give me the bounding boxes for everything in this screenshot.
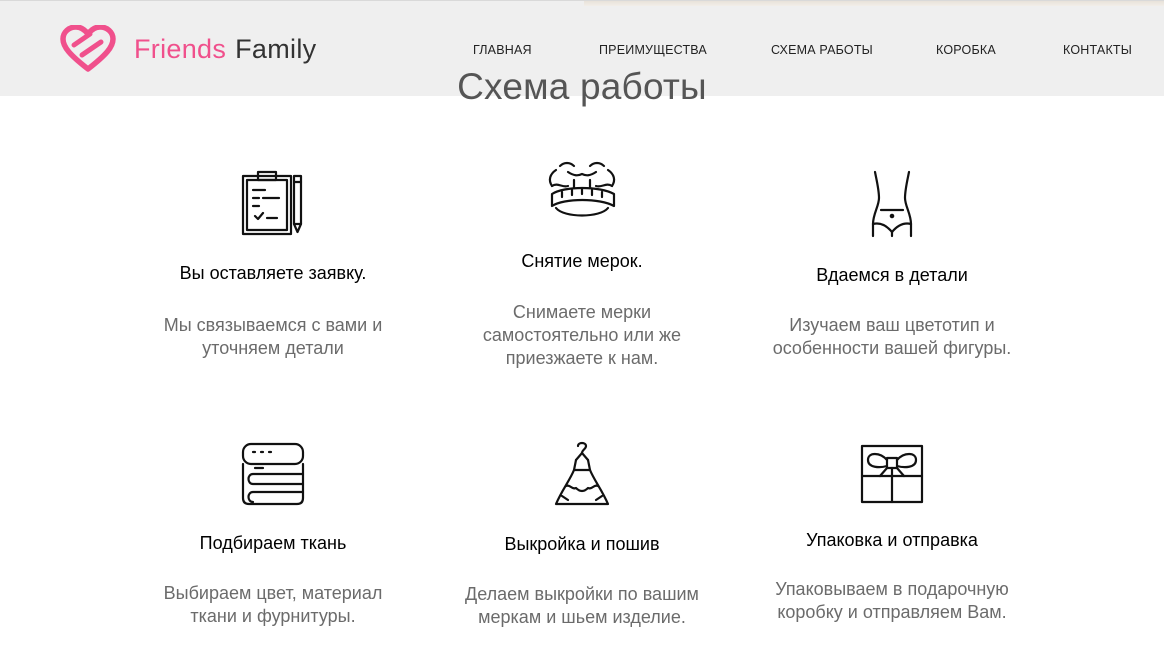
nav-item-box[interactable]: КОРОБКА: [936, 43, 996, 57]
step-desc-line: коробку и отправляем Вам.: [777, 602, 1007, 622]
body-figure-icon: [871, 170, 913, 238]
step-desc-line: приезжаете к нам.: [505, 348, 659, 368]
header-accent-strip: [584, 1, 1164, 6]
nav-item-workflow[interactable]: СХЕМА РАБОТЫ: [771, 43, 873, 57]
step-card-fabric: Подбираем ткань Выбираем цвет, материал …: [103, 442, 443, 626]
step-title: Подбираем ткань: [199, 533, 347, 553]
dress-hanger-icon: [554, 441, 610, 506]
step-desc-line: Упаковываем в подарочную: [775, 579, 1009, 599]
step-desc-line: Делаем выкройки по вашим: [465, 584, 699, 604]
folded-fabric-icon: [241, 442, 305, 506]
clipboard-icon: [241, 170, 303, 236]
step-desc-line: Выбираем цвет, материал: [163, 583, 383, 603]
step-description: Снимаете мерки самостоятельно или же при…: [412, 301, 752, 370]
step-description: Выбираем цвет, материал ткани и фурнитур…: [103, 582, 443, 628]
main-nav: ГЛАВНАЯ ПРЕИМУЩЕСТВА СХЕМА РАБОТЫ КОРОБК…: [0, 43, 1164, 59]
step-description: Изучаем ваш цветотип и особенности вашей…: [722, 314, 1062, 360]
step-card-packaging: Упаковка и отправка Упаковываем в подаро…: [722, 444, 1062, 622]
step-title: Снятие мерок.: [521, 251, 643, 271]
step-desc-line: самостоятельно или же: [482, 325, 682, 345]
nav-item-advantages[interactable]: ПРЕИМУЩЕСТВА: [599, 43, 707, 57]
step-description: Мы связываемся с вами и уточняем детали: [103, 314, 443, 360]
nav-item-home[interactable]: ГЛАВНАЯ: [473, 43, 532, 57]
step-title: Вдаемся в детали: [816, 265, 968, 285]
nav-item-contacts[interactable]: КОНТАКТЫ: [1063, 43, 1132, 57]
gift-box-icon: [860, 444, 924, 504]
step-description: Упаковываем в подарочную коробку и отпра…: [722, 578, 1062, 624]
step-title: Вы оставляете заявку.: [179, 263, 367, 283]
step-description: Делаем выкройки по вашим меркам и шьем и…: [412, 583, 752, 629]
step-card-measurements: Снятие мерок. Снимаете мерки самостоятел…: [412, 158, 752, 368]
step-desc-line: Мы связываемся с вами и: [163, 315, 383, 335]
step-card-request: Вы оставляете заявку. Мы связываемся с в…: [103, 170, 443, 358]
step-desc-line: Изучаем ваш цветотип и: [789, 315, 995, 335]
step-card-tailoring: Выкройка и пошив Делаем выкройки по ваши…: [412, 440, 752, 627]
section-title: Схема работы: [457, 66, 707, 107]
measuring-tape-icon: [548, 161, 616, 217]
step-title: Упаковка и отправка: [806, 530, 978, 550]
step-desc-line: меркам и шьем изделие.: [478, 607, 686, 627]
step-desc-line: уточняем детали: [202, 338, 344, 358]
step-desc-line: Снимаете мерки: [512, 302, 652, 322]
step-card-details: Вдаемся в детали Изучаем ваш цветотип и …: [722, 170, 1062, 358]
step-title: Выкройка и пошив: [504, 534, 660, 554]
step-desc-line: ткани и фурнитуры.: [190, 606, 356, 626]
step-desc-line: особенности вашей фигуры.: [772, 338, 1012, 358]
